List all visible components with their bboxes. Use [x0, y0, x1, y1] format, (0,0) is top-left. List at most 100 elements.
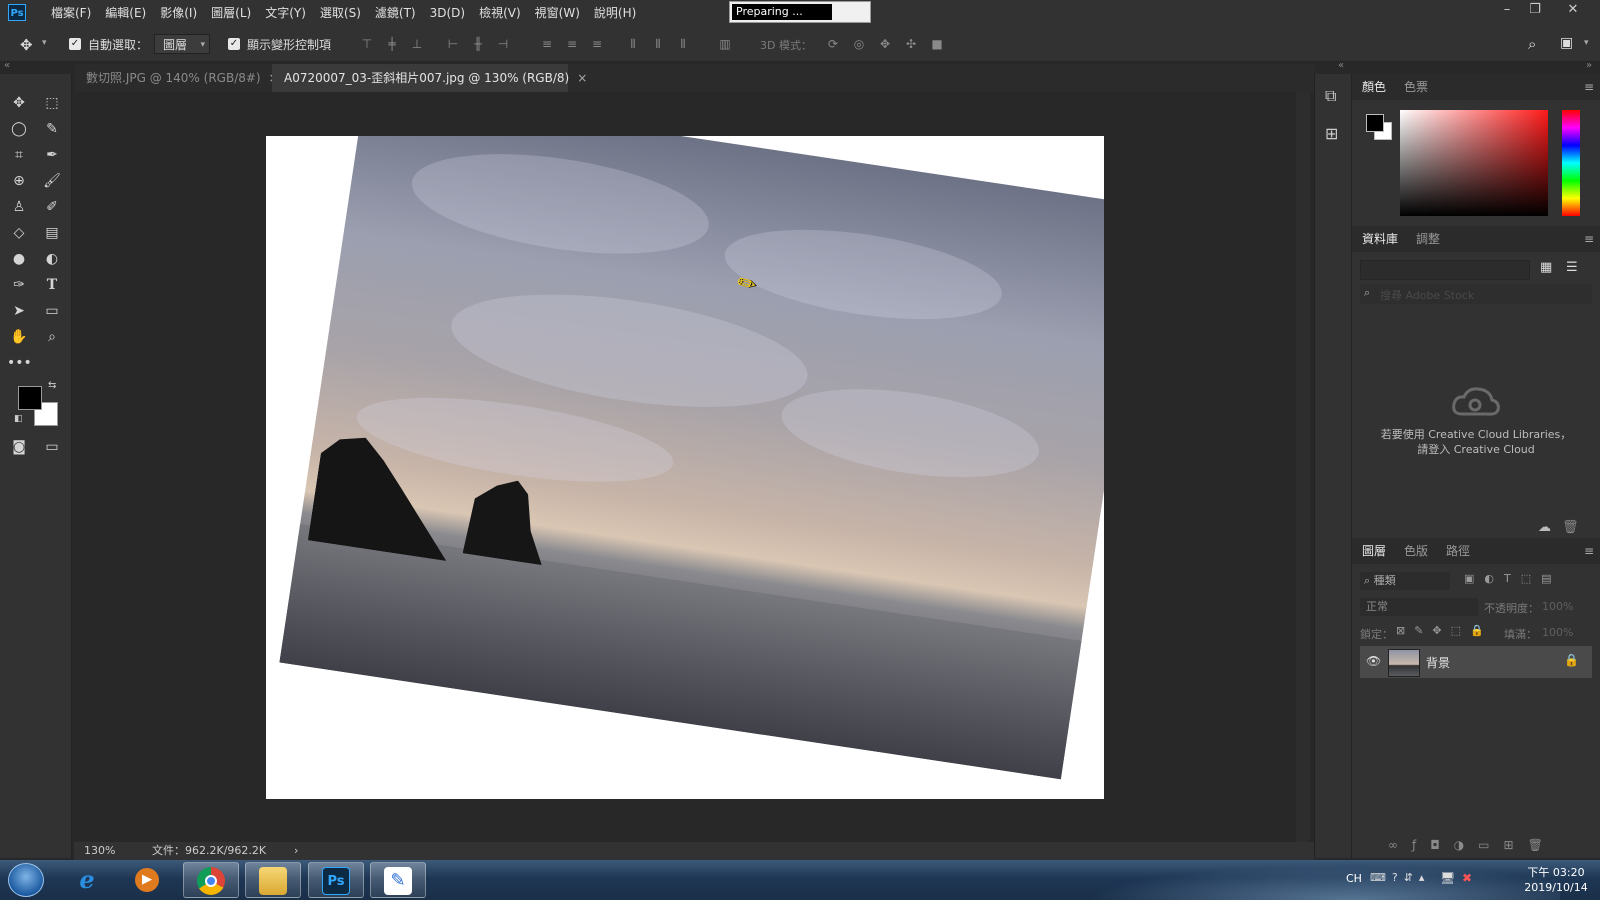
lasso-tool-icon[interactable]: ◯: [7, 118, 31, 140]
distribute-left-icon[interactable]: ⦀: [626, 37, 640, 51]
type-tool-icon[interactable]: T: [40, 274, 64, 296]
network-icon[interactable]: 🖥: [1440, 871, 1455, 885]
align-bottom-icon[interactable]: ⊥: [410, 37, 424, 51]
taskbar-media-player[interactable]: ▶: [120, 862, 176, 898]
3d-rotate-icon[interactable]: ⟳: [826, 37, 840, 51]
panel-menu-icon[interactable]: ≡: [1584, 80, 1594, 94]
blur-tool-icon[interactable]: ●: [7, 248, 31, 270]
menu-layer[interactable]: 圖層(L): [204, 0, 258, 26]
taskbar-file-explorer[interactable]: [245, 862, 301, 898]
lock-icons[interactable]: ⊠✎✥⬚🔒: [1396, 624, 1493, 637]
ime-indicator[interactable]: CH: [1346, 872, 1362, 885]
cc-sync-icon[interactable]: ☁: [1538, 520, 1551, 535]
list-view-icon[interactable]: ☰: [1566, 260, 1578, 275]
menu-type[interactable]: 文字(Y): [258, 0, 313, 26]
distribute-right-icon[interactable]: ⦀: [676, 37, 690, 51]
tab-layers[interactable]: 圖層: [1352, 538, 1396, 564]
swap-colors-icon[interactable]: ⇆: [48, 380, 56, 391]
distribute-hcenter-icon[interactable]: ⦀: [651, 37, 665, 51]
taskbar-chrome[interactable]: [183, 862, 239, 898]
volume-muted-icon[interactable]: ✖: [1462, 871, 1472, 885]
tab-paths[interactable]: 路徑: [1436, 538, 1480, 564]
clock-time[interactable]: 下午 03:20: [1516, 864, 1596, 880]
move-tool-icon[interactable]: ✥: [7, 92, 31, 114]
tab-channels[interactable]: 色版: [1394, 538, 1438, 564]
blend-mode-dropdown[interactable]: 正常: [1360, 598, 1478, 616]
align-hcenter-icon[interactable]: ╫: [471, 37, 485, 51]
quick-select-tool-icon[interactable]: ✎: [40, 118, 64, 140]
menu-help[interactable]: 說明(H): [587, 0, 643, 26]
distribute-vcenter-icon[interactable]: ≡: [565, 37, 579, 51]
foreground-color-swatch[interactable]: [18, 386, 42, 410]
menu-image[interactable]: 影像(I): [153, 0, 204, 26]
tab-document-2[interactable]: A0720007_03-歪斜相片007.jpg @ 130% (RGB/8) ×: [272, 64, 587, 92]
vertical-scrollbar[interactable]: [1296, 92, 1310, 842]
brush-tool-icon[interactable]: 🖌: [40, 170, 64, 192]
trash-icon[interactable]: 🗑: [1562, 520, 1579, 535]
search-icon[interactable]: ⌕: [1528, 35, 1536, 53]
opacity-value[interactable]: 100%: [1542, 600, 1573, 613]
history-brush-tool-icon[interactable]: ✐: [40, 196, 64, 218]
tab-swatches[interactable]: 色票: [1394, 74, 1438, 100]
restore-button[interactable]: ❐: [1522, 0, 1548, 22]
panel-menu-icon[interactable]: ≡: [1584, 232, 1594, 246]
menu-view[interactable]: 檢視(V): [472, 0, 528, 26]
layer-row-background[interactable]: 👁 背景 🔒: [1360, 646, 1592, 678]
layer-filter-dropdown[interactable]: ⌕ 種類: [1360, 572, 1450, 590]
start-button[interactable]: [8, 863, 44, 897]
tab-close-icon[interactable]: ×: [577, 71, 587, 85]
marquee-tool-icon[interactable]: ⬚: [40, 92, 64, 114]
layer-name[interactable]: 背景: [1426, 654, 1450, 671]
crop-tool-icon[interactable]: ⌗: [7, 144, 31, 166]
align-top-icon[interactable]: ⊤: [360, 37, 374, 51]
rectangle-tool-icon[interactable]: ▭: [40, 300, 64, 322]
more-tools-icon[interactable]: •••: [7, 352, 32, 374]
auto-select-checkbox[interactable]: ✓: [69, 38, 81, 50]
3d-scale-icon[interactable]: ■: [930, 37, 944, 51]
transform-controls-checkbox[interactable]: ✓: [228, 38, 240, 50]
eyedropper-tool-icon[interactable]: ✒: [40, 144, 64, 166]
document-canvas[interactable]: [266, 136, 1104, 799]
move-tool-preset-icon[interactable]: ✥: [20, 36, 33, 54]
collapse-mid-icon[interactable]: «: [1338, 60, 1344, 71]
history-panel-icon[interactable]: ⧉: [1325, 86, 1336, 106]
status-menu-arrow[interactable]: ›: [294, 842, 298, 860]
zoom-level[interactable]: 130%: [84, 842, 115, 860]
default-colors-icon[interactable]: ◧: [14, 414, 23, 424]
menu-3d[interactable]: 3D(D): [423, 0, 472, 26]
minimize-button[interactable]: –: [1494, 0, 1520, 22]
pen-tool-icon[interactable]: ✑: [7, 274, 31, 296]
quick-mask-icon[interactable]: ◙: [7, 436, 31, 458]
grid-view-icon[interactable]: ▦: [1540, 260, 1552, 275]
gradient-tool-icon[interactable]: ▤: [40, 222, 64, 244]
eraser-tool-icon[interactable]: ◇: [7, 222, 31, 244]
fill-value[interactable]: 100%: [1542, 626, 1573, 639]
properties-panel-icon[interactable]: ⊞: [1325, 124, 1338, 143]
taskbar-paint[interactable]: ✎: [370, 862, 426, 898]
collapse-right-icon[interactable]: »: [1586, 60, 1592, 71]
layer-filter-icons[interactable]: ▣◐T⬚▤: [1464, 572, 1562, 585]
color-picker-field[interactable]: [1400, 110, 1548, 216]
library-search-input[interactable]: ⌕ 搜尋 Adobe Stock: [1360, 284, 1592, 304]
tray-icons[interactable]: ⌨?⇵▴: [1370, 871, 1430, 884]
distribute-top-icon[interactable]: ≡: [540, 37, 554, 51]
path-select-tool-icon[interactable]: ➤: [7, 300, 31, 322]
align-right-icon[interactable]: ⊣: [496, 37, 510, 51]
align-left-icon[interactable]: ⊢: [446, 37, 460, 51]
menu-window[interactable]: 視窗(W): [528, 0, 587, 26]
hue-slider[interactable]: [1562, 110, 1580, 216]
auto-align-icon[interactable]: ▥: [718, 37, 732, 51]
menu-filter[interactable]: 濾鏡(T): [368, 0, 423, 26]
align-vcenter-icon[interactable]: ╪: [385, 37, 399, 51]
layers-footer-icons[interactable]: ∞ƒ◘◑▭⊞🗑: [1388, 838, 1557, 852]
library-dropdown[interactable]: [1360, 260, 1530, 280]
chevron-down-icon[interactable]: ▾: [42, 38, 47, 48]
stamp-tool-icon[interactable]: ♙: [7, 196, 31, 218]
tab-color[interactable]: 顏色: [1352, 74, 1396, 100]
taskbar-photoshop[interactable]: Ps: [308, 862, 364, 898]
panel-menu-icon[interactable]: ≡: [1584, 544, 1594, 558]
screen-mode-icon[interactable]: ▭: [40, 436, 64, 458]
chevron-down-icon[interactable]: ▾: [1584, 38, 1589, 48]
tab-adjustments[interactable]: 調整: [1406, 226, 1450, 252]
distribute-bottom-icon[interactable]: ≡: [590, 37, 604, 51]
